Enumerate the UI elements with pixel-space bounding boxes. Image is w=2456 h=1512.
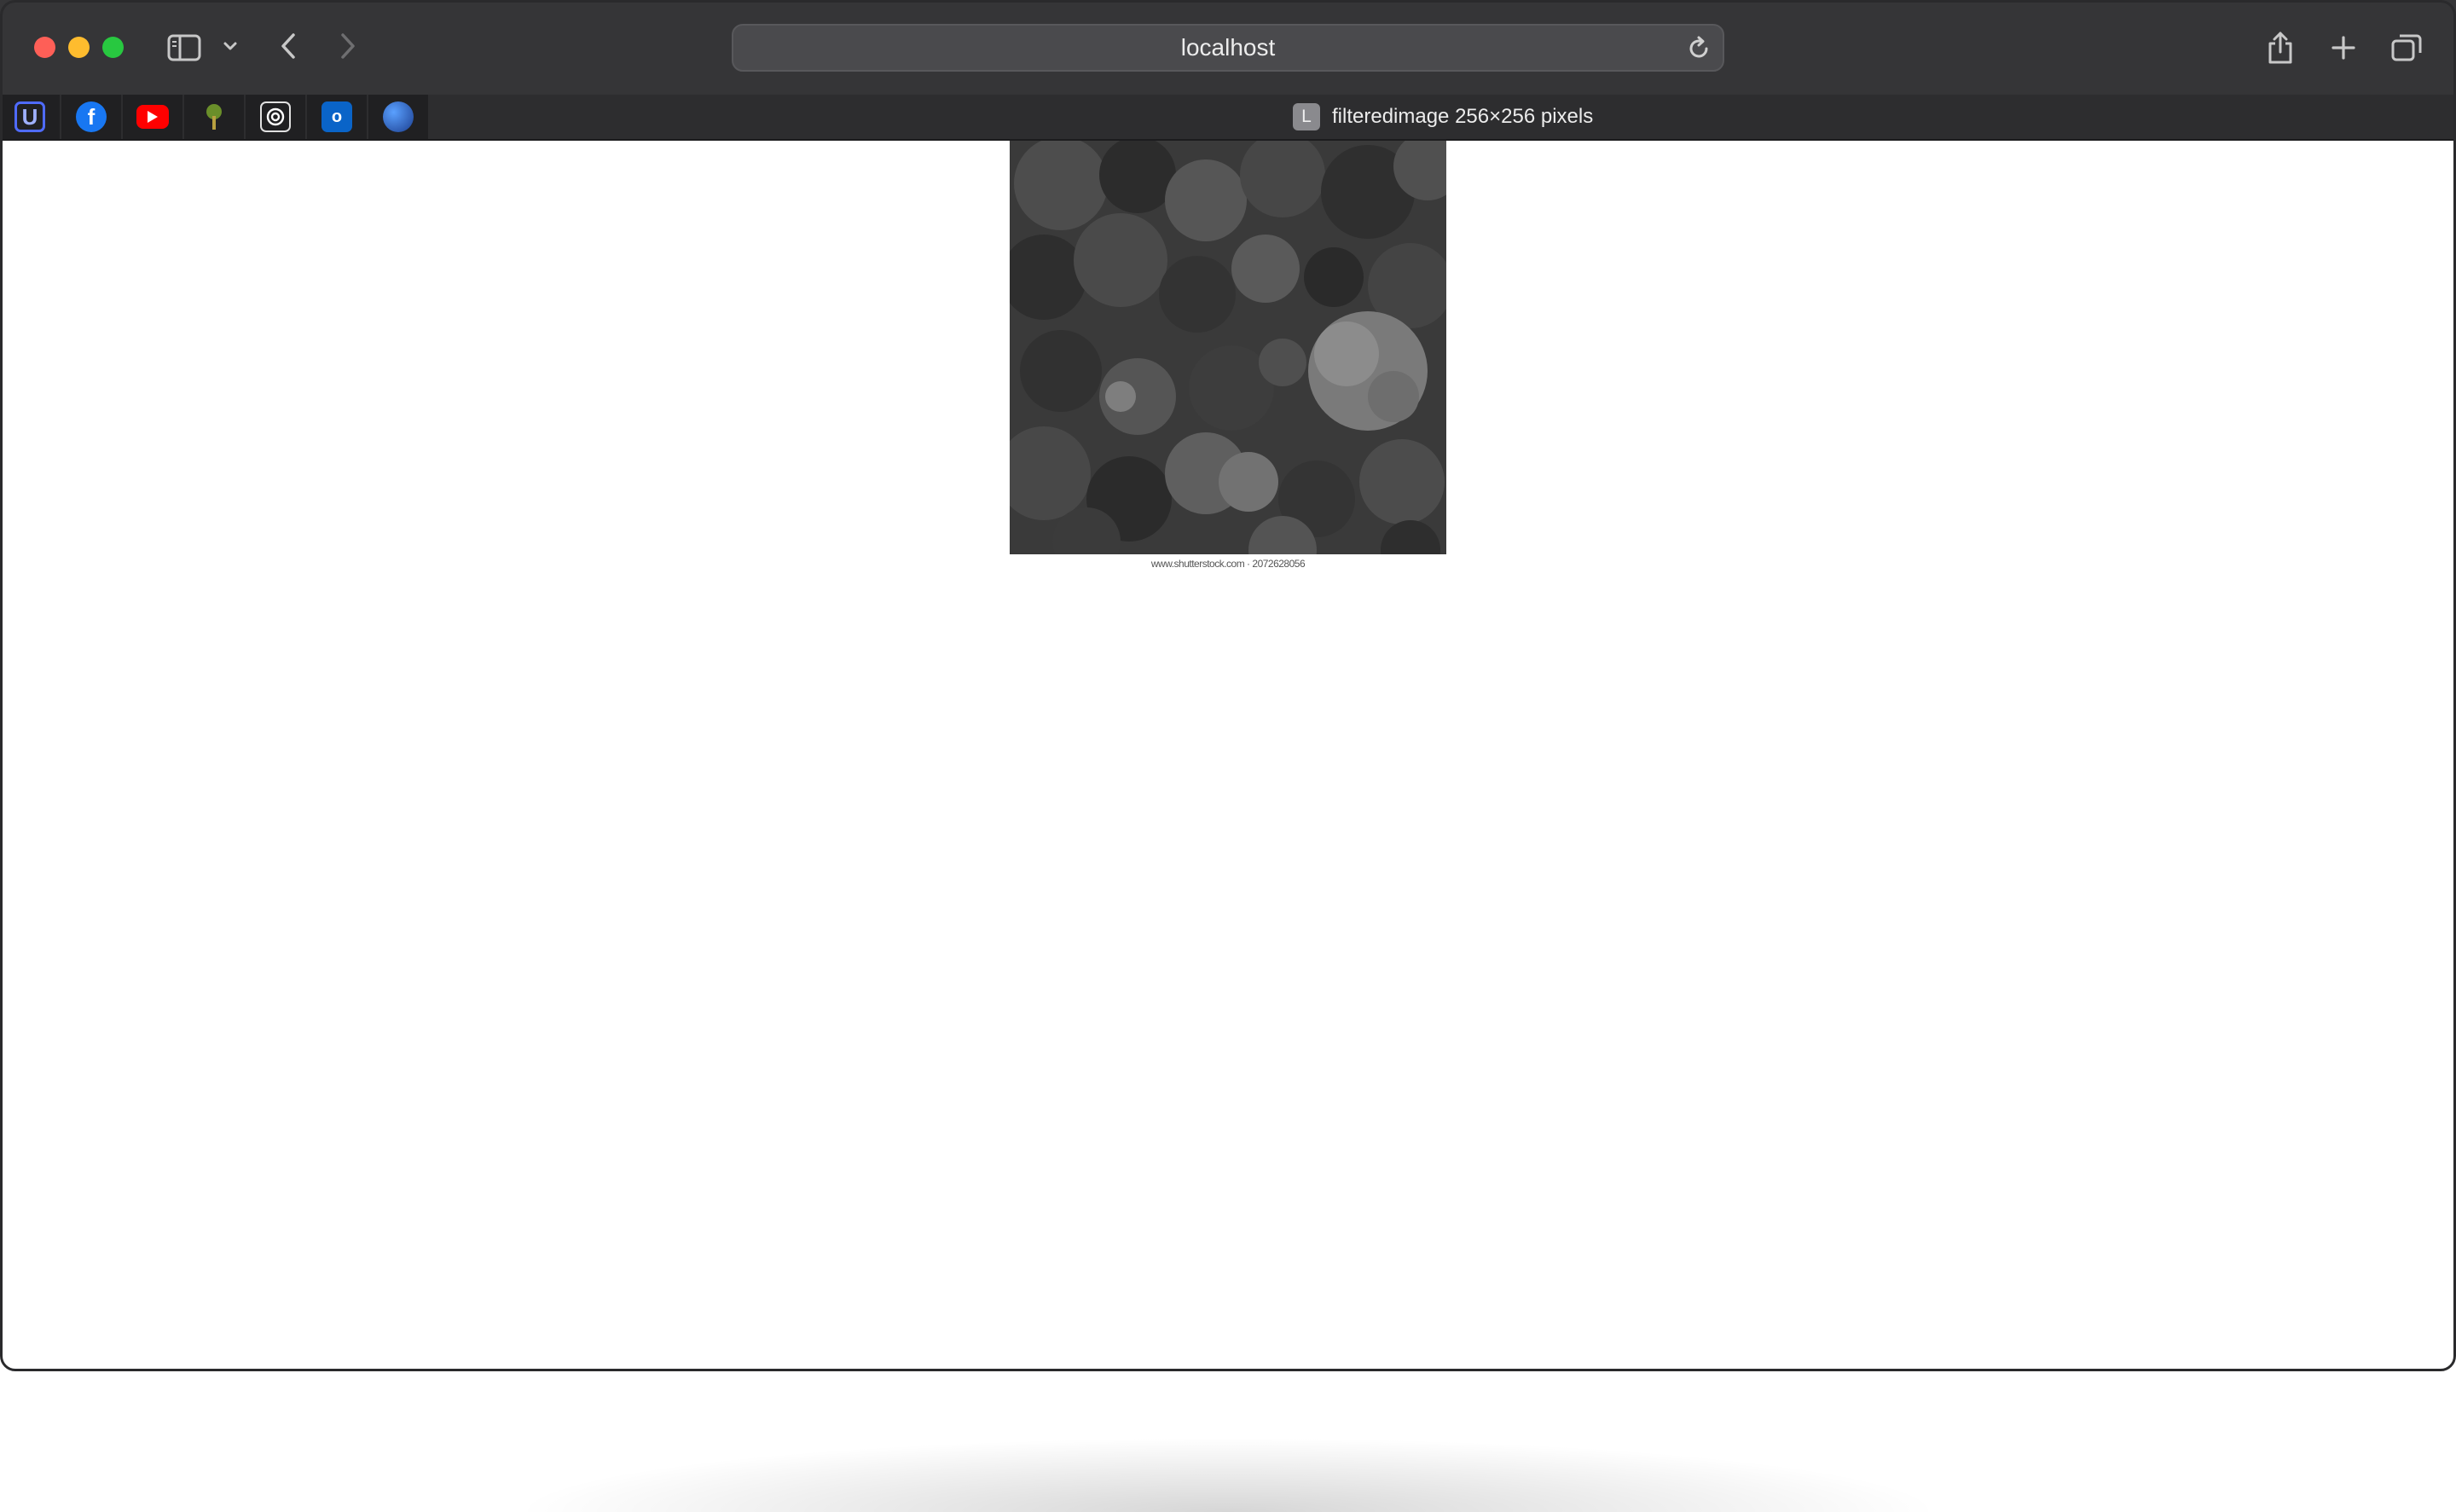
favorite-u[interactable]: U <box>0 95 60 139</box>
active-tab[interactable]: L filteredimage 256×256 pixels <box>1293 95 1593 139</box>
youtube-icon <box>136 105 169 129</box>
favorites-bar: U f o <box>0 95 430 139</box>
openai-icon <box>260 101 291 132</box>
favorite-sphere[interactable] <box>368 95 428 139</box>
sidebar-toggle-button[interactable] <box>164 31 205 65</box>
share-button[interactable] <box>2262 29 2299 67</box>
letter-u-icon: U <box>14 101 45 132</box>
plus-icon <box>2331 36 2355 60</box>
page-content: www.shutterstock.com · 2072628056 <box>0 141 2456 1512</box>
sidebar-icon <box>167 34 201 61</box>
minimize-window-button[interactable] <box>68 37 90 58</box>
sidebar-menu-button[interactable] <box>220 36 240 56</box>
forward-button[interactable] <box>333 29 363 63</box>
new-tab-button[interactable] <box>2325 29 2362 67</box>
tab-title: filteredimage 256×256 pixels <box>1332 105 1594 128</box>
tab-overview-icon <box>2391 34 2422 61</box>
facebook-icon: f <box>76 101 107 132</box>
chevron-right-icon <box>341 33 355 59</box>
share-icon <box>2268 32 2292 64</box>
forest-canopy-photo <box>1010 141 1446 554</box>
displayed-image: www.shutterstock.com · 2072628056 <box>1010 141 1446 570</box>
bottom-shadow <box>512 1437 1944 1512</box>
address-bar[interactable]: localhost <box>732 24 1724 72</box>
close-window-button[interactable] <box>34 37 55 58</box>
reload-button[interactable] <box>1685 35 1712 62</box>
image-caption: www.shutterstock.com · 2072628056 <box>1150 558 1306 570</box>
back-button[interactable] <box>273 29 304 63</box>
browser-toolbar: localhost <box>0 0 2456 95</box>
favorite-youtube[interactable] <box>123 95 182 139</box>
tree-icon <box>199 101 229 132</box>
chevron-down-icon <box>223 42 237 50</box>
outlook-icon: o <box>321 101 352 132</box>
favorite-outlook[interactable]: o <box>307 95 367 139</box>
maximize-window-button[interactable] <box>102 37 124 58</box>
favorite-facebook[interactable]: f <box>61 95 121 139</box>
tab-overview-button[interactable] <box>2388 29 2425 67</box>
sphere-icon <box>383 101 414 132</box>
favorite-tree[interactable] <box>184 95 244 139</box>
tab-favicon: L <box>1293 103 1320 130</box>
reload-icon <box>1689 36 1708 58</box>
chevron-left-icon <box>281 33 295 59</box>
favorite-openai[interactable] <box>246 95 305 139</box>
address-text: localhost <box>1180 34 1276 61</box>
